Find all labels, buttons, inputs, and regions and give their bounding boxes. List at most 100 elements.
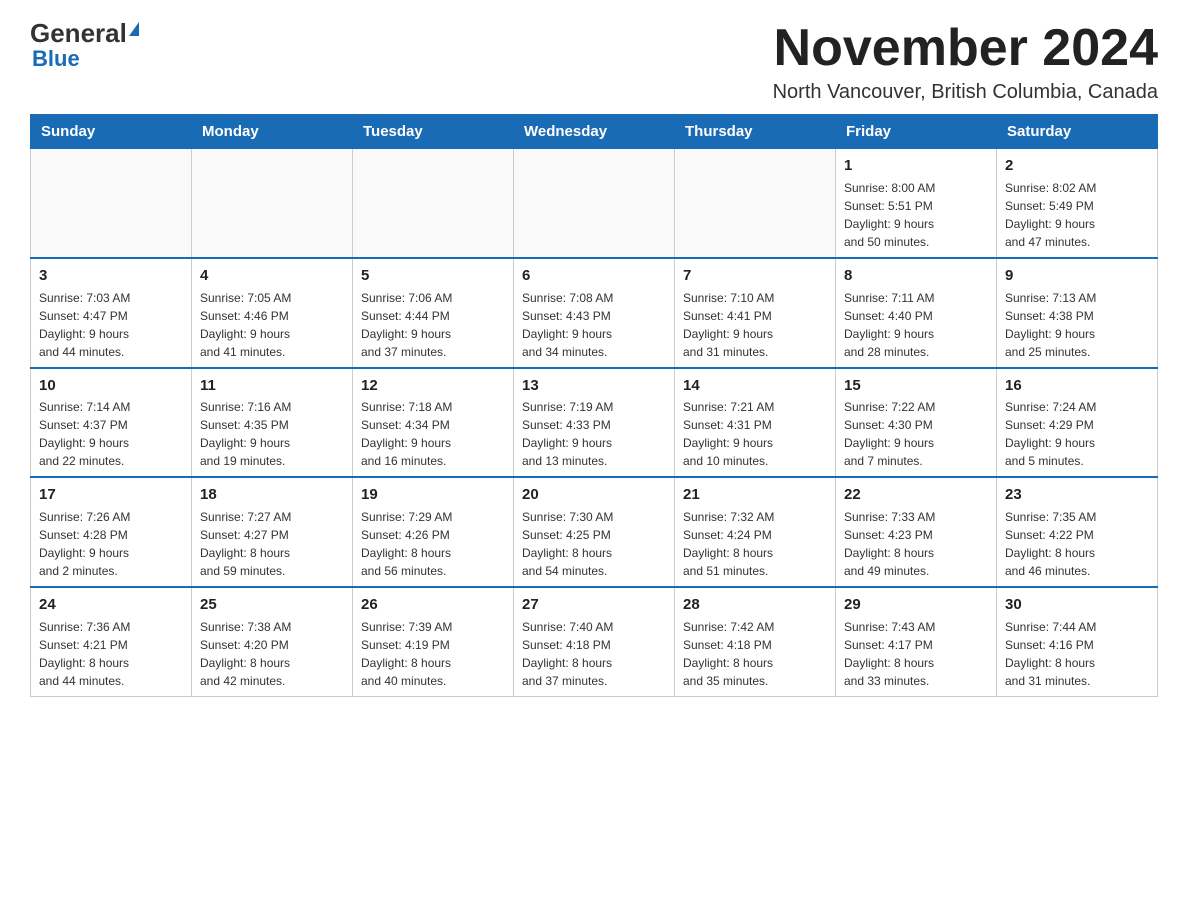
- day-number: 12: [361, 375, 505, 397]
- day-info: Sunrise: 7:16 AM Sunset: 4:35 PM Dayligh…: [200, 398, 344, 470]
- day-number: 6: [522, 265, 666, 287]
- day-info: Sunrise: 7:19 AM Sunset: 4:33 PM Dayligh…: [522, 398, 666, 470]
- month-title: November 2024: [773, 20, 1158, 77]
- day-header-wednesday: Wednesday: [514, 115, 675, 149]
- day-info: Sunrise: 7:39 AM Sunset: 4:19 PM Dayligh…: [361, 618, 505, 690]
- day-info: Sunrise: 7:14 AM Sunset: 4:37 PM Dayligh…: [39, 398, 183, 470]
- calendar-cell: [514, 149, 675, 258]
- calendar-cell: 11Sunrise: 7:16 AM Sunset: 4:35 PM Dayli…: [192, 368, 353, 478]
- day-info: Sunrise: 8:02 AM Sunset: 5:49 PM Dayligh…: [1005, 179, 1149, 251]
- calendar-cell: 15Sunrise: 7:22 AM Sunset: 4:30 PM Dayli…: [836, 368, 997, 478]
- day-header-saturday: Saturday: [997, 115, 1158, 149]
- calendar-cell: 5Sunrise: 7:06 AM Sunset: 4:44 PM Daylig…: [353, 258, 514, 368]
- day-info: Sunrise: 7:44 AM Sunset: 4:16 PM Dayligh…: [1005, 618, 1149, 690]
- logo: General Blue: [30, 20, 139, 72]
- calendar-cell: 17Sunrise: 7:26 AM Sunset: 4:28 PM Dayli…: [31, 477, 192, 587]
- day-info: Sunrise: 7:11 AM Sunset: 4:40 PM Dayligh…: [844, 289, 988, 361]
- day-number: 27: [522, 594, 666, 616]
- day-info: Sunrise: 7:26 AM Sunset: 4:28 PM Dayligh…: [39, 508, 183, 580]
- day-info: Sunrise: 7:32 AM Sunset: 4:24 PM Dayligh…: [683, 508, 827, 580]
- day-number: 11: [200, 375, 344, 397]
- day-header-friday: Friday: [836, 115, 997, 149]
- day-headers-row: SundayMondayTuesdayWednesdayThursdayFrid…: [31, 115, 1158, 149]
- title-area: November 2024 North Vancouver, British C…: [773, 20, 1158, 104]
- day-number: 13: [522, 375, 666, 397]
- calendar-cell: 12Sunrise: 7:18 AM Sunset: 4:34 PM Dayli…: [353, 368, 514, 478]
- day-number: 10: [39, 375, 183, 397]
- day-info: Sunrise: 7:08 AM Sunset: 4:43 PM Dayligh…: [522, 289, 666, 361]
- calendar-cell: 24Sunrise: 7:36 AM Sunset: 4:21 PM Dayli…: [31, 587, 192, 696]
- day-info: Sunrise: 7:36 AM Sunset: 4:21 PM Dayligh…: [39, 618, 183, 690]
- calendar-cell: [192, 149, 353, 258]
- day-header-thursday: Thursday: [675, 115, 836, 149]
- calendar-cell: 8Sunrise: 7:11 AM Sunset: 4:40 PM Daylig…: [836, 258, 997, 368]
- day-number: 22: [844, 484, 988, 506]
- day-info: Sunrise: 7:21 AM Sunset: 4:31 PM Dayligh…: [683, 398, 827, 470]
- day-header-sunday: Sunday: [31, 115, 192, 149]
- logo-name: General: [30, 20, 127, 46]
- calendar-cell: 28Sunrise: 7:42 AM Sunset: 4:18 PM Dayli…: [675, 587, 836, 696]
- calendar-cell: 26Sunrise: 7:39 AM Sunset: 4:19 PM Dayli…: [353, 587, 514, 696]
- day-number: 16: [1005, 375, 1149, 397]
- day-info: Sunrise: 7:29 AM Sunset: 4:26 PM Dayligh…: [361, 508, 505, 580]
- day-info: Sunrise: 7:27 AM Sunset: 4:27 PM Dayligh…: [200, 508, 344, 580]
- calendar-cell: 25Sunrise: 7:38 AM Sunset: 4:20 PM Dayli…: [192, 587, 353, 696]
- day-info: Sunrise: 8:00 AM Sunset: 5:51 PM Dayligh…: [844, 179, 988, 251]
- day-number: 5: [361, 265, 505, 287]
- calendar-cell: [675, 149, 836, 258]
- day-header-tuesday: Tuesday: [353, 115, 514, 149]
- day-info: Sunrise: 7:30 AM Sunset: 4:25 PM Dayligh…: [522, 508, 666, 580]
- day-number: 21: [683, 484, 827, 506]
- calendar-cell: [31, 149, 192, 258]
- week-row-3: 10Sunrise: 7:14 AM Sunset: 4:37 PM Dayli…: [31, 368, 1158, 478]
- calendar-cell: 10Sunrise: 7:14 AM Sunset: 4:37 PM Dayli…: [31, 368, 192, 478]
- calendar-cell: 18Sunrise: 7:27 AM Sunset: 4:27 PM Dayli…: [192, 477, 353, 587]
- day-info: Sunrise: 7:40 AM Sunset: 4:18 PM Dayligh…: [522, 618, 666, 690]
- day-info: Sunrise: 7:22 AM Sunset: 4:30 PM Dayligh…: [844, 398, 988, 470]
- calendar-cell: 27Sunrise: 7:40 AM Sunset: 4:18 PM Dayli…: [514, 587, 675, 696]
- week-row-4: 17Sunrise: 7:26 AM Sunset: 4:28 PM Dayli…: [31, 477, 1158, 587]
- day-number: 17: [39, 484, 183, 506]
- calendar-cell: 22Sunrise: 7:33 AM Sunset: 4:23 PM Dayli…: [836, 477, 997, 587]
- day-info: Sunrise: 7:42 AM Sunset: 4:18 PM Dayligh…: [683, 618, 827, 690]
- day-number: 18: [200, 484, 344, 506]
- calendar-cell: 1Sunrise: 8:00 AM Sunset: 5:51 PM Daylig…: [836, 149, 997, 258]
- calendar-cell: 21Sunrise: 7:32 AM Sunset: 4:24 PM Dayli…: [675, 477, 836, 587]
- day-info: Sunrise: 7:03 AM Sunset: 4:47 PM Dayligh…: [39, 289, 183, 361]
- day-number: 28: [683, 594, 827, 616]
- week-row-2: 3Sunrise: 7:03 AM Sunset: 4:47 PM Daylig…: [31, 258, 1158, 368]
- day-number: 20: [522, 484, 666, 506]
- day-info: Sunrise: 7:13 AM Sunset: 4:38 PM Dayligh…: [1005, 289, 1149, 361]
- day-info: Sunrise: 7:38 AM Sunset: 4:20 PM Dayligh…: [200, 618, 344, 690]
- day-number: 4: [200, 265, 344, 287]
- day-number: 19: [361, 484, 505, 506]
- calendar-cell: [353, 149, 514, 258]
- day-number: 26: [361, 594, 505, 616]
- calendar-cell: 20Sunrise: 7:30 AM Sunset: 4:25 PM Dayli…: [514, 477, 675, 587]
- day-number: 7: [683, 265, 827, 287]
- day-info: Sunrise: 7:33 AM Sunset: 4:23 PM Dayligh…: [844, 508, 988, 580]
- day-info: Sunrise: 7:35 AM Sunset: 4:22 PM Dayligh…: [1005, 508, 1149, 580]
- day-info: Sunrise: 7:18 AM Sunset: 4:34 PM Dayligh…: [361, 398, 505, 470]
- week-row-1: 1Sunrise: 8:00 AM Sunset: 5:51 PM Daylig…: [31, 149, 1158, 258]
- day-number: 9: [1005, 265, 1149, 287]
- day-number: 29: [844, 594, 988, 616]
- logo-triangle-icon: [129, 22, 139, 36]
- calendar-cell: 3Sunrise: 7:03 AM Sunset: 4:47 PM Daylig…: [31, 258, 192, 368]
- calendar-cell: 2Sunrise: 8:02 AM Sunset: 5:49 PM Daylig…: [997, 149, 1158, 258]
- day-number: 25: [200, 594, 344, 616]
- day-number: 14: [683, 375, 827, 397]
- calendar-cell: 30Sunrise: 7:44 AM Sunset: 4:16 PM Dayli…: [997, 587, 1158, 696]
- calendar-cell: 23Sunrise: 7:35 AM Sunset: 4:22 PM Dayli…: [997, 477, 1158, 587]
- day-number: 1: [844, 155, 988, 177]
- calendar-cell: 4Sunrise: 7:05 AM Sunset: 4:46 PM Daylig…: [192, 258, 353, 368]
- logo-blue: Blue: [32, 46, 80, 72]
- day-info: Sunrise: 7:06 AM Sunset: 4:44 PM Dayligh…: [361, 289, 505, 361]
- day-info: Sunrise: 7:43 AM Sunset: 4:17 PM Dayligh…: [844, 618, 988, 690]
- calendar-cell: 19Sunrise: 7:29 AM Sunset: 4:26 PM Dayli…: [353, 477, 514, 587]
- day-info: Sunrise: 7:24 AM Sunset: 4:29 PM Dayligh…: [1005, 398, 1149, 470]
- day-header-monday: Monday: [192, 115, 353, 149]
- day-number: 30: [1005, 594, 1149, 616]
- calendar-cell: 9Sunrise: 7:13 AM Sunset: 4:38 PM Daylig…: [997, 258, 1158, 368]
- calendar-cell: 14Sunrise: 7:21 AM Sunset: 4:31 PM Dayli…: [675, 368, 836, 478]
